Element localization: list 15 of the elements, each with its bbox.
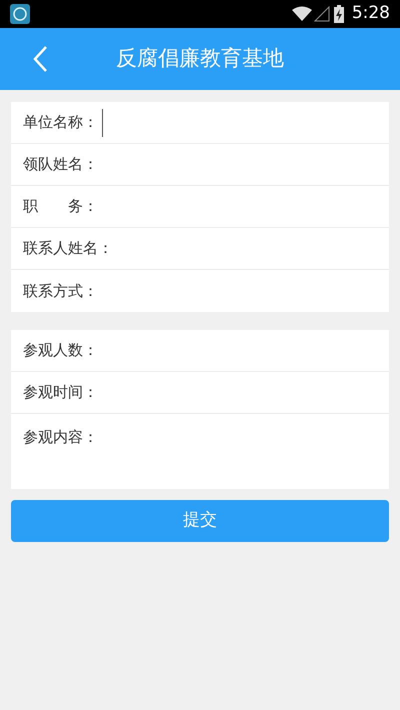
page-title: 反腐倡廉教育基地 bbox=[116, 45, 284, 72]
back-icon bbox=[32, 45, 48, 73]
signal-icon bbox=[314, 6, 330, 22]
wifi-icon bbox=[292, 6, 312, 22]
field-label: 参观内容： bbox=[23, 427, 98, 448]
field-label: 联系人姓名： bbox=[23, 238, 113, 260]
field-label: 联系方式： bbox=[23, 280, 98, 302]
status-time: 5:28 bbox=[352, 2, 390, 26]
field-label: 参观人数： bbox=[23, 340, 98, 362]
battery-icon bbox=[334, 5, 344, 23]
field-label: 参观时间： bbox=[23, 382, 98, 404]
field-label: 单位名称： bbox=[23, 112, 98, 134]
field-label: 职 务： bbox=[23, 196, 98, 218]
app-icon bbox=[10, 4, 30, 24]
field-label: 领队姓名： bbox=[23, 154, 98, 176]
